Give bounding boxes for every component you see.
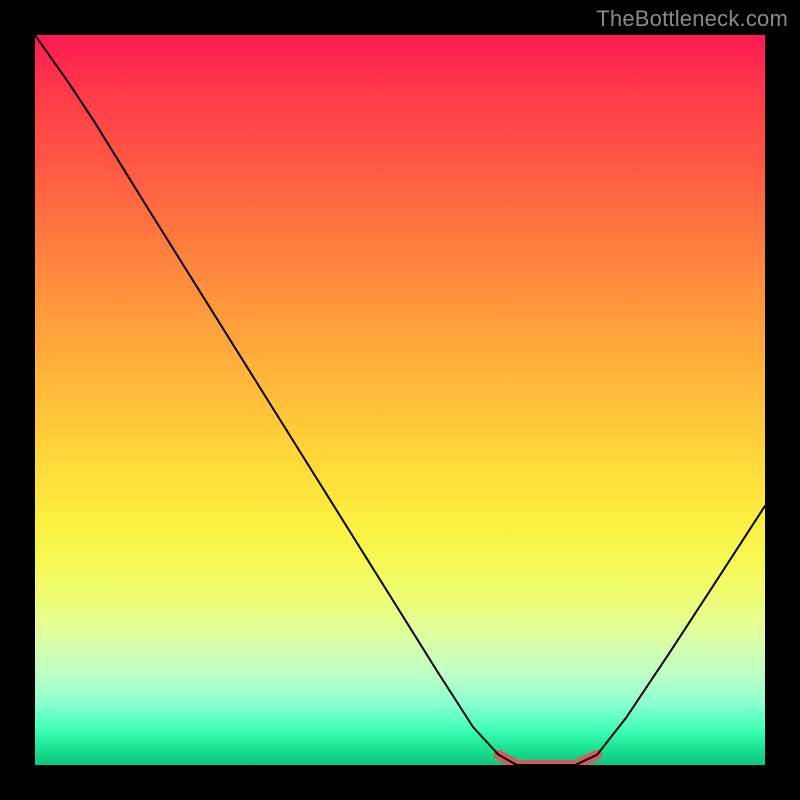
plot-area [35, 35, 765, 765]
watermark-text: TheBottleneck.com [596, 6, 788, 32]
chart-frame: TheBottleneck.com [0, 0, 800, 800]
line-overlay-svg [35, 35, 765, 765]
main-curve [35, 35, 765, 765]
